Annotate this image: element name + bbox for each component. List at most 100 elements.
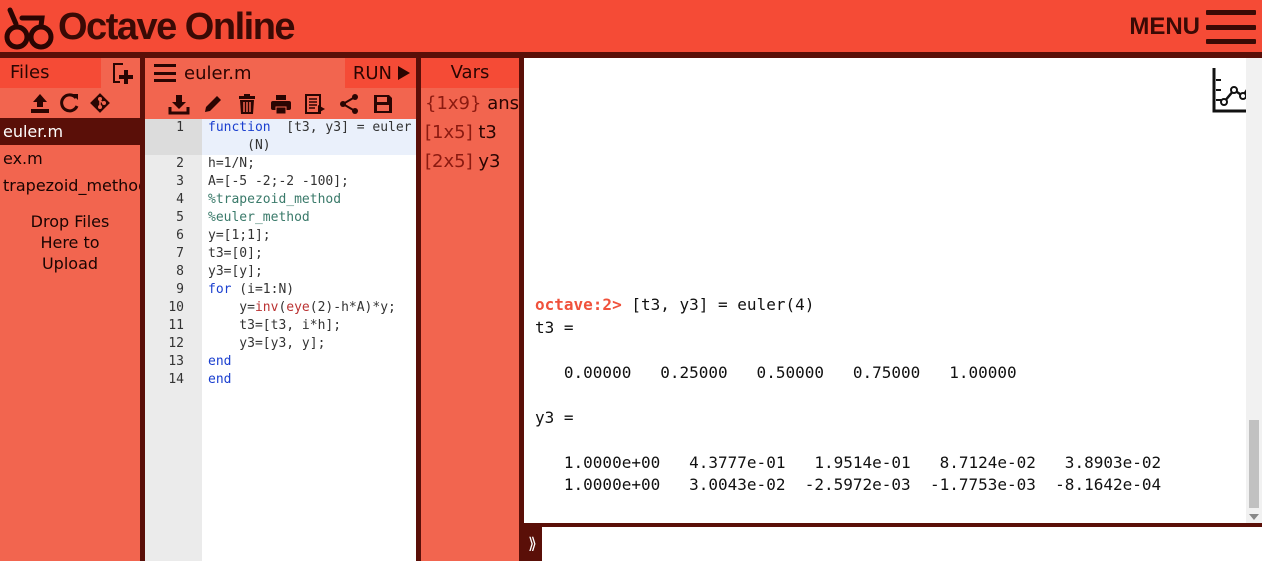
line-number: 8: [176, 264, 184, 279]
console-line: 1.0000e+00 4.3777e-01 1.9514e-01 8.7124e…: [535, 452, 1162, 472]
file-list: euler.m ex.m trapezoid_method.m: [0, 118, 140, 199]
console-input[interactable]: [542, 527, 1262, 561]
pencil-icon: [204, 95, 221, 112]
app-title: Octave Online: [58, 6, 296, 48]
var-name: ans: [487, 93, 520, 114]
var-item-t3[interactable]: [1x5] t3: [421, 118, 519, 147]
drop-hint-line: Upload: [41, 254, 99, 273]
console-prompt: octave:2>: [535, 295, 622, 314]
run-label: RUN: [352, 62, 392, 84]
code-line: h=1/N;: [208, 156, 255, 171]
code-line: end: [208, 354, 232, 369]
code-line: function [t3, y3] = euler (N): [202, 119, 416, 155]
refresh-icon: [60, 93, 79, 113]
console-line: 0.00000 0.25000 0.50000 0.75000 1.00000: [535, 362, 1017, 382]
play-icon: [398, 66, 410, 80]
line-number-gutter: 1 2 3 4 5 6 7 8 9 10 11 12 13 14: [145, 119, 202, 561]
var-item-y3[interactable]: [2x5] y3: [421, 147, 519, 176]
console-input-bar: ⟫: [524, 523, 1262, 561]
line-number: 4: [176, 192, 184, 207]
print-icon: [270, 94, 291, 114]
editor-filename: euler.m: [184, 62, 252, 84]
console-line: t3 =: [535, 317, 574, 337]
file-item-euler[interactable]: euler.m: [0, 118, 140, 145]
upload-icon: [31, 94, 49, 113]
code-line: y3=[y];: [208, 264, 263, 279]
code-line: for (i=1:N): [208, 282, 295, 297]
code-line: t3=[0];: [208, 246, 263, 261]
rename-button[interactable]: [201, 92, 225, 116]
menu-label: MENU: [1129, 13, 1200, 40]
menu-button[interactable]: MENU: [1129, 10, 1256, 44]
refresh-button[interactable]: [58, 91, 82, 115]
new-file-icon: [112, 63, 133, 84]
line-number: 3: [176, 174, 184, 189]
git-button[interactable]: [88, 91, 112, 115]
scroll-down-arrow-icon[interactable]: [1249, 514, 1259, 520]
line-number: 1: [145, 119, 202, 155]
line-number: 11: [168, 318, 184, 333]
var-name: y3: [478, 151, 501, 172]
code-line: end: [208, 372, 232, 387]
code-line: y3=[y3, y];: [208, 336, 326, 351]
var-list: {1x9} ans [1x5] t3 [2x5] y3: [421, 89, 519, 176]
save-button[interactable]: [371, 92, 395, 116]
editor-panel: euler.m RUN 1 2 3 4 5 6 7 8 9 10 11 12 1…: [145, 58, 416, 561]
line-number: 10: [168, 300, 184, 315]
logo-icon: [4, 7, 54, 50]
code-line: A=[-5 -2;-2 -100];: [208, 174, 349, 189]
drop-hint-line: Drop Files: [30, 212, 110, 231]
app-header: Octave Online MENU: [0, 0, 1262, 55]
console-prompt-icon[interactable]: ⟫: [524, 527, 541, 561]
console-output: octave:2> [t3, y3] = euler(4) t3 = 0.000…: [535, 294, 1242, 497]
scrollbar-thumb[interactable]: [1249, 420, 1259, 508]
new-file-button[interactable]: [101, 58, 140, 88]
upload-button[interactable]: [28, 91, 52, 115]
code-line: t3=[t3, i*h];: [208, 318, 342, 333]
download-button[interactable]: [167, 92, 191, 116]
line-number: 6: [176, 228, 184, 243]
share-button[interactable]: [337, 92, 361, 116]
line-number: 12: [168, 336, 184, 351]
file-item-ex[interactable]: ex.m: [0, 145, 140, 172]
editor-file-tab[interactable]: euler.m: [145, 58, 345, 88]
drop-files-hint: Drop Files Here to Upload: [0, 211, 140, 274]
console-line: 1.0000e+00 3.0043e-02 -2.5972e-03 -1.775…: [535, 475, 1162, 494]
vars-panel: Vars {1x9} ans [1x5] t3 [2x5] y3: [421, 58, 519, 561]
line-number: 14: [168, 372, 184, 387]
console-panel: octave:2> [t3, y3] = euler(4) t3 = 0.000…: [524, 58, 1262, 561]
var-dimensions: {1x9}: [425, 93, 482, 114]
share-file-button[interactable]: [303, 92, 327, 116]
trash-icon: [238, 93, 255, 114]
git-icon: [90, 93, 110, 113]
console-command-line: octave:2> [t3, y3] = euler(4): [535, 294, 1242, 317]
file-item-trapezoid-method[interactable]: trapezoid_method.m: [0, 172, 140, 199]
console-scrollbar[interactable]: [1246, 58, 1262, 523]
print-button[interactable]: [269, 92, 293, 116]
files-title: Files: [10, 62, 50, 83]
files-toolbar: [0, 88, 140, 118]
console-line: y3 =: [535, 407, 574, 427]
delete-button[interactable]: [235, 92, 259, 116]
code-editor[interactable]: function [t3, y3] = euler (N) h=1/N; A=[-5…: [202, 119, 416, 561]
console-command: [t3, y3] = euler(4): [621, 295, 815, 314]
code-line: y=[1;1];: [208, 228, 271, 243]
share-icon: [339, 93, 358, 114]
vars-title: Vars: [421, 58, 519, 88]
code-line: %euler_method: [208, 210, 310, 225]
files-panel: Files euler.m ex.m trapezoid_metho Drop …: [0, 58, 140, 561]
editor-menu-icon: [154, 64, 176, 82]
var-name: t3: [478, 122, 497, 143]
var-item-ans[interactable]: {1x9} ans: [421, 89, 519, 118]
share-file-icon: [304, 93, 325, 114]
drop-hint-line: Here to: [40, 233, 100, 252]
editor-toolbar: [145, 88, 416, 119]
line-number: 13: [168, 354, 184, 369]
run-button[interactable]: RUN: [353, 58, 410, 88]
code-line: y=inv(eye(2)-h*A)*y;: [208, 300, 396, 315]
line-number: 2: [176, 156, 184, 171]
line-number: 9: [176, 282, 184, 297]
hamburger-menu-icon: [1206, 10, 1256, 44]
line-number: 5: [176, 210, 184, 225]
